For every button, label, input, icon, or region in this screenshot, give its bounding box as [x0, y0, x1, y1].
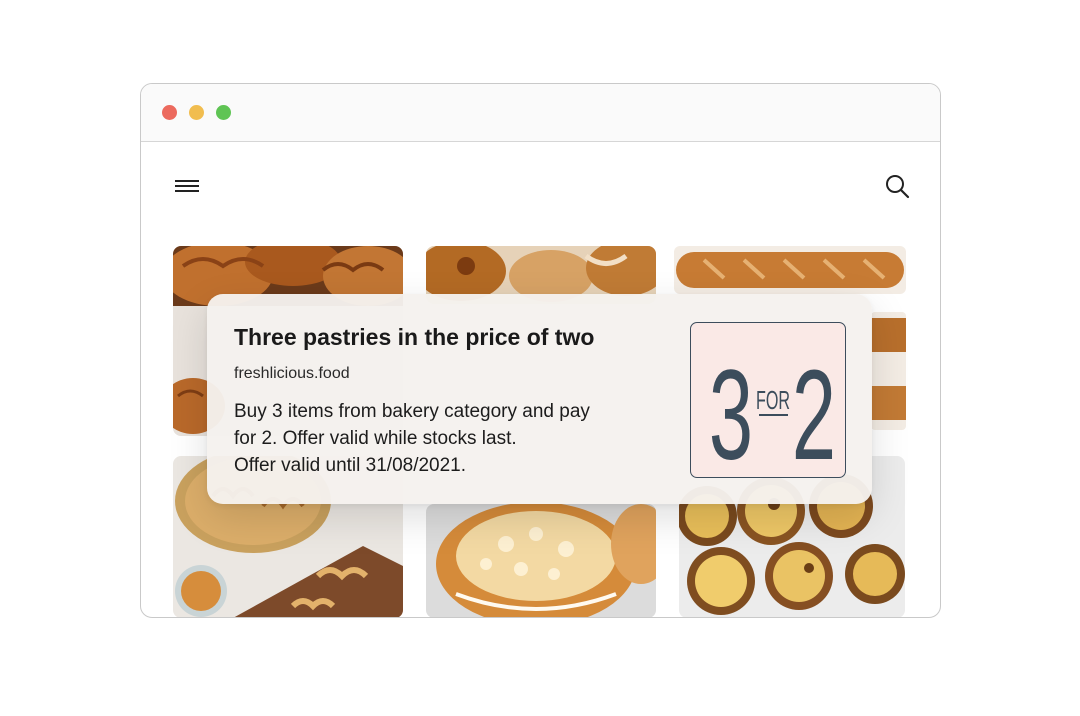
window-titlebar	[141, 84, 940, 142]
hamburger-menu-icon[interactable]	[174, 176, 200, 196]
promo-card[interactable]: Three pastries in the price of two fresh…	[207, 294, 872, 504]
promo-body: Buy 3 items from bakery category and pay…	[234, 398, 654, 479]
three-for-two-badge: 3 FOR 2	[690, 322, 846, 487]
badge-for-label: FOR	[756, 385, 790, 415]
badge-number-left: 3	[709, 344, 753, 477]
promo-site: freshlicious.food	[234, 365, 350, 382]
badge-number-right: 2	[792, 344, 836, 477]
promo-title: Three pastries in the price of two	[234, 324, 595, 350]
maximize-window-button[interactable]	[216, 105, 231, 120]
promo-body-line: Buy 3 items from bakery category and pay	[234, 401, 590, 422]
baguettes-image-edge	[871, 312, 906, 430]
baguettes-image[interactable]	[674, 246, 906, 294]
promo-body-line: Offer valid until 31/08/2021.	[234, 455, 467, 476]
close-window-button[interactable]	[162, 105, 177, 120]
promo-body-line: for 2. Offer valid while stocks last.	[234, 428, 517, 449]
search-icon[interactable]	[883, 172, 911, 200]
glazed-crumble-bun-image[interactable]	[426, 504, 656, 617]
minimize-window-button[interactable]	[189, 105, 204, 120]
